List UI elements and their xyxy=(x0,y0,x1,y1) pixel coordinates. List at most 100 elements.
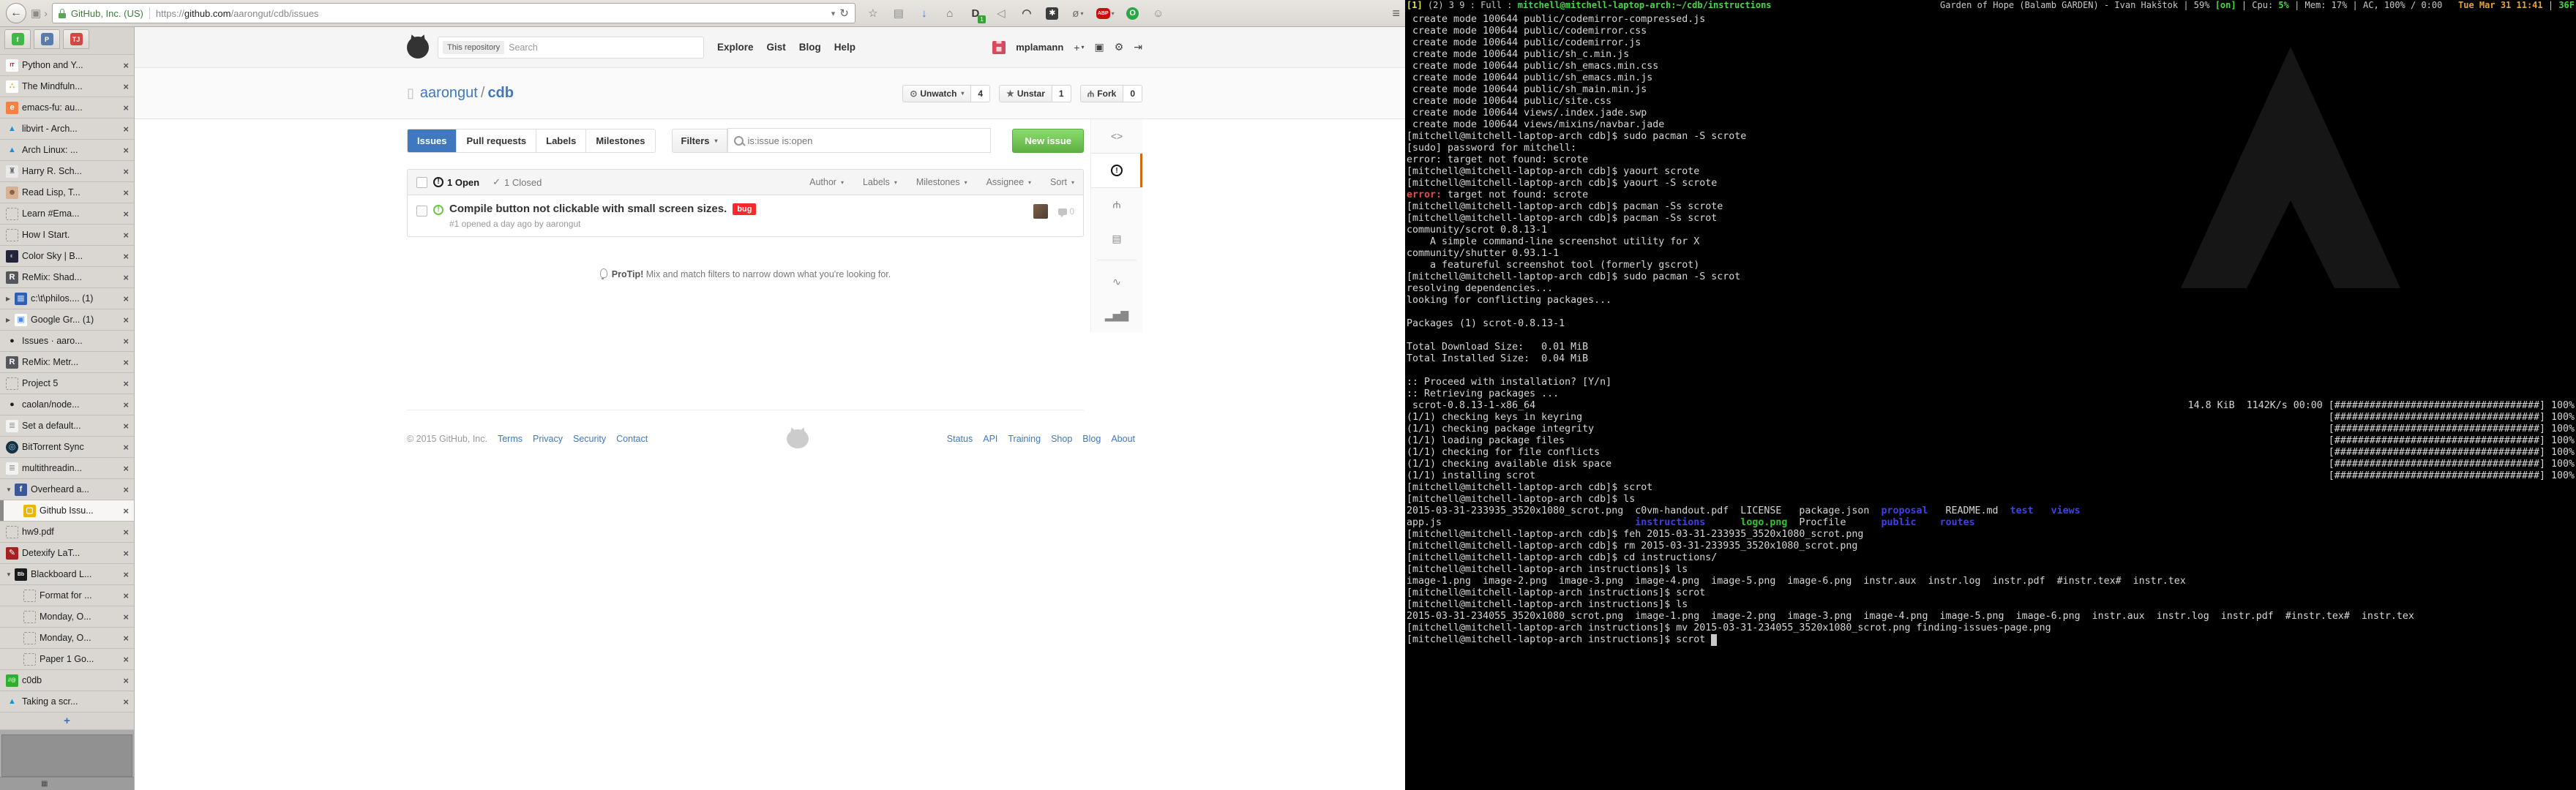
pulse-tab-icon[interactable]: ∿ xyxy=(1091,265,1142,298)
feedback-smiley-icon[interactable]: ☺ xyxy=(1151,6,1166,20)
closed-issues-filter[interactable]: ✓1 Closed xyxy=(493,176,542,188)
pinned-tab-tj[interactable]: TJ xyxy=(63,29,89,49)
tab-close-icon[interactable]: × xyxy=(121,208,131,219)
footer-link-about[interactable]: About xyxy=(1111,434,1135,444)
window-list-icon[interactable]: ▦ xyxy=(41,780,48,788)
nav-link-gist[interactable]: Gist xyxy=(767,42,786,53)
fork-button-count[interactable]: 0 xyxy=(1123,85,1142,102)
open-issues-filter[interactable]: !1 Open xyxy=(433,177,479,188)
sidebar-tab[interactable]: eemacs-fu: au...× xyxy=(0,97,134,118)
tab-close-icon[interactable]: × xyxy=(121,399,131,410)
unwatch-button-count[interactable]: 4 xyxy=(971,85,990,102)
tab-close-icon[interactable]: × xyxy=(121,590,131,601)
reload-button[interactable]: ↻ xyxy=(839,7,849,20)
terminal-window[interactable]: [1] (2) 3 9 : Full : mitchell@mitchell-l… xyxy=(1405,0,2576,790)
tab-close-icon[interactable]: × xyxy=(121,102,131,113)
fork-button[interactable]: ΨFork xyxy=(1080,85,1124,102)
url-dropdown-icon[interactable]: ▾ xyxy=(831,9,836,18)
tab-close-icon[interactable]: × xyxy=(121,166,131,177)
sidebar-tab[interactable]: ☻Read Lisp, T...× xyxy=(0,182,134,203)
tab-close-icon[interactable]: × xyxy=(121,336,131,347)
sidebar-tab[interactable]: Learn #Ema...× xyxy=(0,203,134,225)
tab-close-icon[interactable]: × xyxy=(121,633,131,644)
pinned-tab-feedly[interactable]: f xyxy=(4,29,31,49)
url-bar[interactable]: GitHub, Inc. (US) https://github.com/aar… xyxy=(52,3,855,23)
lastpass-icon[interactable]: ✱ xyxy=(1045,6,1060,20)
unstar-button[interactable]: ★Unstar xyxy=(999,85,1052,102)
footer-link-api[interactable]: API xyxy=(983,434,997,444)
tab-close-icon[interactable]: × xyxy=(121,442,131,453)
footer-link-contact[interactable]: Contact xyxy=(616,434,648,444)
home-icon[interactable]: ⌂ xyxy=(943,6,957,20)
sign-out-icon[interactable]: ⇥ xyxy=(1134,41,1142,53)
footer-link-status[interactable]: Status xyxy=(947,434,973,444)
pull-requests-tab-icon[interactable]: Ψ xyxy=(1091,188,1142,222)
twisty-icon[interactable]: ▶ xyxy=(6,296,15,302)
sidebar-tab[interactable]: ∴The Mindfuln...× xyxy=(0,76,134,97)
repo-name-link[interactable]: cdb xyxy=(487,85,514,101)
tab-close-icon[interactable]: × xyxy=(121,421,131,432)
footer-link-shop[interactable]: Shop xyxy=(1051,434,1072,444)
tab-close-icon[interactable]: × xyxy=(121,187,131,198)
tab-close-icon[interactable]: × xyxy=(121,548,131,559)
twisty-icon[interactable]: ▼ xyxy=(6,486,15,493)
assignee-dropdown[interactable]: Assignee▾ xyxy=(986,177,1031,187)
avatar[interactable] xyxy=(992,41,1006,54)
tab-close-icon[interactable]: × xyxy=(121,569,131,580)
back-button[interactable]: ← xyxy=(6,3,26,23)
footer-octocat-icon[interactable] xyxy=(787,429,809,448)
sidebar-tab[interactable]: ▶▣Google Gr... (1)× xyxy=(0,309,134,331)
sidebar-tab[interactable]: ●Issues · aaro...× xyxy=(0,331,134,352)
pocket-icon[interactable]: ◁ xyxy=(994,6,1008,20)
twisty-icon[interactable]: ▶ xyxy=(6,317,15,323)
tab-close-icon[interactable]: × xyxy=(121,484,131,495)
sidebar-tab[interactable]: hw9.pdf× xyxy=(0,522,134,543)
sidebar-tab[interactable]: ▲Arch Linux: ...× xyxy=(0,140,134,161)
settings-gear-icon[interactable]: ⚙ xyxy=(1115,41,1124,53)
github-logo-icon[interactable] xyxy=(407,37,429,59)
issues-search-input[interactable]: is:issue is:open xyxy=(727,128,991,153)
code-tab-icon[interactable]: <> xyxy=(1091,119,1142,153)
sidebar-tab[interactable]: ▶▦c:\t\philos.... (1)× xyxy=(0,288,134,309)
author-dropdown[interactable]: Author▾ xyxy=(809,177,844,187)
twisty-icon[interactable]: ▼ xyxy=(6,571,15,578)
unstar-button-count[interactable]: 1 xyxy=(1052,85,1071,102)
tab-close-icon[interactable]: × xyxy=(121,357,131,368)
tab-close-icon[interactable]: × xyxy=(121,60,131,71)
sidebar-tab[interactable]: ◐Color Sky | B...× xyxy=(0,246,134,267)
notifications-icon[interactable]: ▣ xyxy=(1094,41,1104,53)
footer-link-privacy[interactable]: Privacy xyxy=(533,434,563,444)
graphs-tab-icon[interactable]: ▂▅▇ xyxy=(1091,298,1142,332)
tab-close-icon[interactable]: × xyxy=(121,145,131,156)
filters-dropdown[interactable]: Filters▾ xyxy=(672,129,727,153)
adblock-plus-icon[interactable]: ABP▾ xyxy=(1096,6,1115,20)
tab-close-icon[interactable]: × xyxy=(121,272,131,283)
sidebar-tab[interactable]: //@c0db× xyxy=(0,670,134,691)
downloads-icon[interactable]: ↓ xyxy=(917,6,932,20)
create-new-icon[interactable]: +▾ xyxy=(1074,41,1084,53)
repo-owner-link[interactable]: aarongut xyxy=(420,85,478,101)
menu-button[interactable]: ≡ xyxy=(1392,6,1399,21)
downthemall-icon[interactable]: D1 xyxy=(968,6,983,20)
sidebar-tab[interactable]: ✎Detexify LaT...× xyxy=(0,543,134,564)
nav-link-help[interactable]: Help xyxy=(834,42,855,53)
tab-close-icon[interactable]: × xyxy=(121,505,131,516)
sidebar-tab[interactable]: Format for ...× xyxy=(0,585,134,606)
android-extension-icon[interactable]: ◠ xyxy=(1019,6,1034,20)
issue-label-bug[interactable]: bug xyxy=(733,203,756,215)
new-issue-button[interactable]: New issue xyxy=(1012,129,1084,153)
privacy-eye-icon[interactable]: ø▾ xyxy=(1071,6,1085,20)
username-label[interactable]: mplamann xyxy=(1016,42,1063,53)
sidebar-tab[interactable]: ◎BitTorrent Sync× xyxy=(0,437,134,458)
issues-tab-icon[interactable]: ! xyxy=(1091,153,1142,188)
sidebar-tab[interactable]: Monday, O...× xyxy=(0,606,134,628)
bookmarks-menu-icon[interactable]: ▤ xyxy=(891,6,906,20)
bookmark-star-icon[interactable]: ☆ xyxy=(866,6,880,20)
issue-row[interactable]: ! Compile button not clickable with smal… xyxy=(408,195,1083,236)
milestones-dropdown[interactable]: Milestones▾ xyxy=(916,177,967,187)
site-identity-label[interactable]: GitHub, Inc. (US) xyxy=(71,8,143,19)
tab-close-icon[interactable]: × xyxy=(121,251,131,262)
sidebar-tab[interactable]: Project 5× xyxy=(0,373,134,394)
footer-link-terms[interactable]: Terms xyxy=(498,434,523,444)
sidebar-tab[interactable]: RReMix: Metr...× xyxy=(0,352,134,373)
